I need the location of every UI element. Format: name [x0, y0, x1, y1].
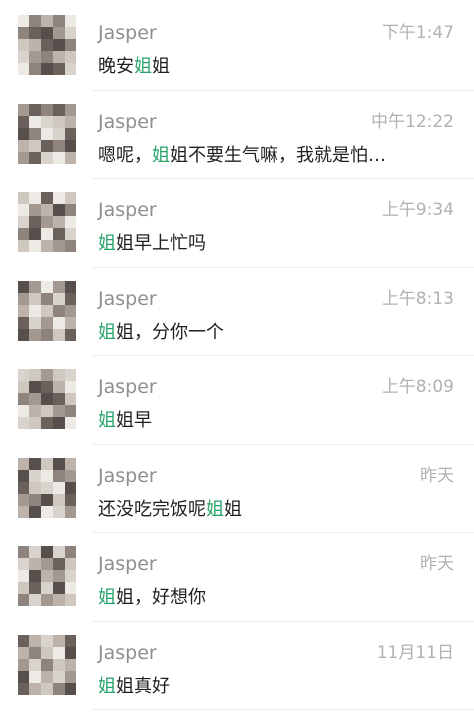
message-preview: 晚安姐姐 [98, 55, 170, 79]
message-time: 11月11日 [376, 642, 454, 663]
preview-text: 姐 [224, 498, 242, 520]
avatar[interactable] [18, 634, 76, 695]
conversation-item[interactable]: Jasper 中午12:22 嗯呢，姐姐不要生气嘛，我就是怕… [0, 91, 474, 179]
contact-name: Jasper [98, 376, 157, 398]
avatar[interactable] [18, 192, 76, 252]
message-preview: 姐姐早上忙吗 [98, 232, 206, 256]
conversation-item[interactable]: Jasper 上午9:34 姐姐早上忙吗 [0, 179, 474, 268]
avatar[interactable] [18, 369, 76, 429]
conversation-item[interactable]: Jasper 昨天姐姐，好想你 [0, 533, 474, 622]
message-preview: 姐姐真好 [98, 675, 170, 699]
contact-name: Jasper [98, 641, 157, 664]
conversation-item[interactable]: Jasper 上午8:13 姐姐，分你一个 [0, 268, 474, 356]
message-time: 昨天 [420, 465, 454, 486]
avatar[interactable] [18, 280, 76, 341]
message-preview: 姐姐，好想你 [98, 586, 206, 610]
contact-name: Jasper [98, 22, 157, 44]
contact-name: Jasper [98, 464, 157, 487]
preview-text: 姐真好 [116, 675, 170, 697]
preview-text: 姐，好想你 [116, 587, 206, 608]
highlighted-keyword: 姐 [98, 233, 116, 254]
message-time: 上午8:09 [381, 377, 454, 397]
contact-name: Jasper [98, 199, 157, 221]
chat-list: Jasper 下午1:47 晚安姐姐 Jasper 中午12:22 嗯呢，姐姐不要生气嘛，… [0, 0, 474, 724]
contact-name: Jasper [98, 287, 157, 310]
highlighted-keyword: 姐 [98, 587, 116, 608]
preview-text: 姐 [152, 56, 170, 77]
highlighted-keyword: 姐 [152, 144, 170, 166]
preview-text: 姐早 [116, 410, 152, 431]
message-preview: 还没吃完饭呢姐姐 [98, 498, 242, 522]
highlighted-keyword: 姐 [98, 410, 116, 431]
message-time: 上午8:13 [381, 288, 454, 309]
avatar[interactable] [18, 103, 76, 164]
preview-text: 嗯呢， [98, 144, 152, 166]
conversation-item[interactable]: Jasper 昨天还没吃完饭呢姐姐 [0, 445, 474, 533]
contact-name: Jasper [98, 110, 157, 133]
divider [92, 709, 474, 710]
avatar[interactable] [18, 15, 76, 75]
avatar[interactable] [18, 546, 76, 606]
message-preview: 嗯呢，姐姐不要生气嘛，我就是怕… [98, 144, 386, 168]
preview-text: 晚安 [98, 56, 134, 77]
conversation-item[interactable]: Jasper 上午8:09 姐姐早 [0, 356, 474, 445]
highlighted-keyword: 姐 [206, 498, 224, 520]
preview-text: 姐不要生气嘛，我就是怕… [170, 144, 386, 166]
avatar[interactable] [18, 457, 76, 518]
conversation-item[interactable]: Jasper 下午1:47 晚安姐姐 [0, 2, 474, 91]
preview-text: 姐早上忙吗 [116, 233, 206, 254]
highlighted-keyword: 姐 [98, 321, 116, 343]
highlighted-keyword: 姐 [134, 56, 152, 77]
message-preview: 姐姐，分你一个 [98, 321, 224, 345]
highlighted-keyword: 姐 [98, 675, 116, 697]
message-preview: 姐姐早 [98, 409, 152, 433]
message-time: 昨天 [420, 554, 454, 574]
message-time: 上午9:34 [381, 200, 454, 220]
contact-name: Jasper [98, 553, 157, 575]
conversation-item[interactable]: Jasper 11月11日姐姐真好 [0, 622, 474, 710]
message-time: 下午1:47 [381, 23, 454, 43]
message-time: 中午12:22 [371, 111, 454, 132]
preview-text: 还没吃完饭呢 [98, 498, 206, 520]
preview-text: 姐，分你一个 [116, 321, 224, 343]
